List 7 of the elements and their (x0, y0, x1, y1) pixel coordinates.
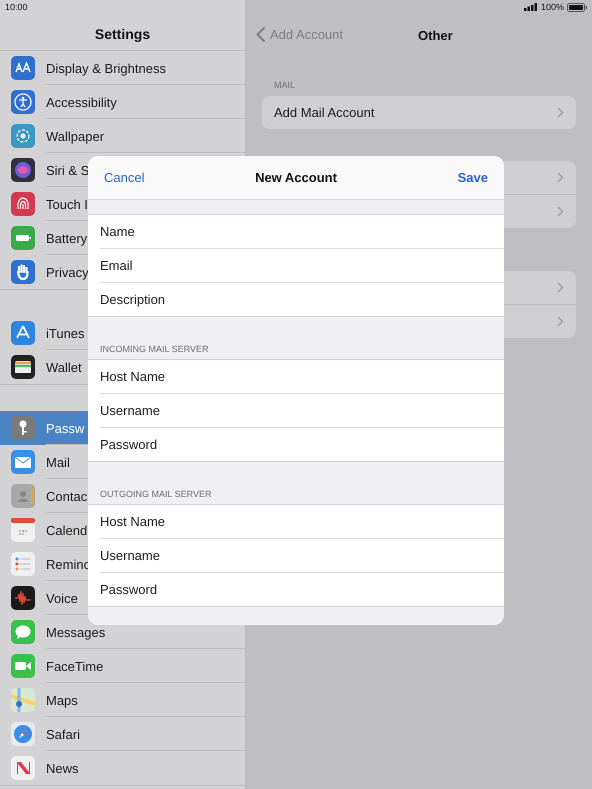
section-header: INCOMING MAIL SERVER (100, 344, 209, 356)
section-header: MAIL (274, 80, 296, 90)
section-header: OUTGOING MAIL SERVER (100, 489, 212, 501)
dialog-title: New Account (255, 170, 337, 185)
page-title: Other (418, 28, 453, 43)
status-time: 10:00 (5, 2, 28, 12)
battery-percent: 100% (540, 2, 564, 12)
